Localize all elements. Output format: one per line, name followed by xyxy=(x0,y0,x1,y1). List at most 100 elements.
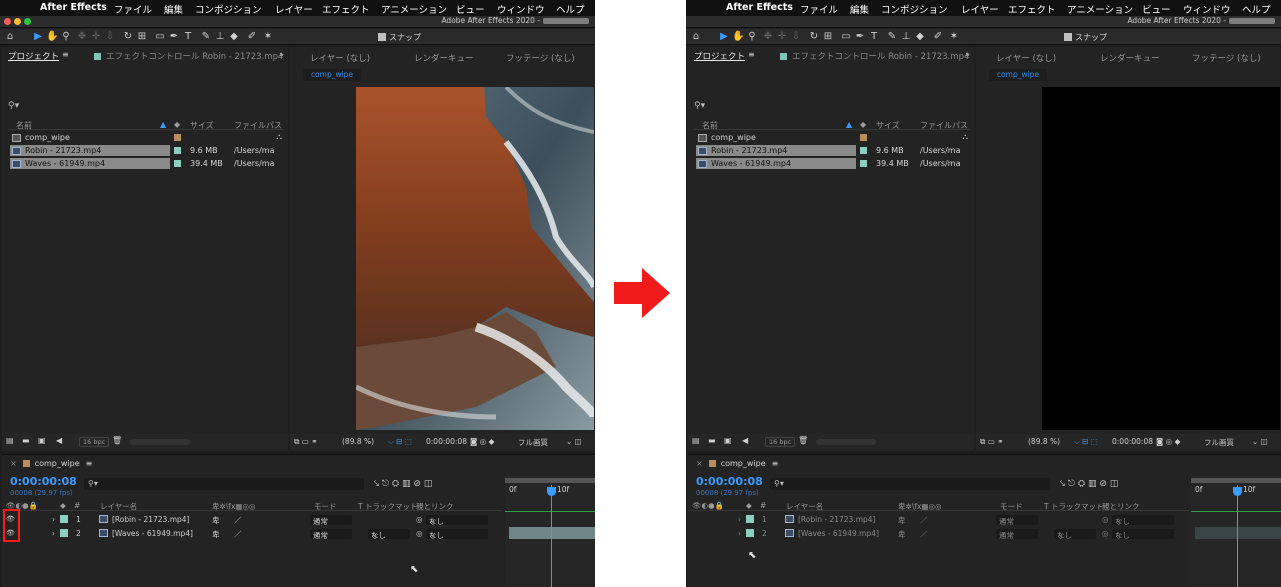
clone-stamp-tool-icon[interactable]: ⊥ xyxy=(214,30,226,43)
rotate-tool-icon[interactable]: ↻ xyxy=(122,30,134,43)
puppet-tool-icon[interactable]: ✶ xyxy=(262,30,274,43)
snap-toggle[interactable]: スナップ xyxy=(378,32,421,43)
menu-edit[interactable]: 編集 xyxy=(850,2,869,16)
menu-help[interactable]: ヘルプ xyxy=(556,2,585,16)
label-swatch[interactable] xyxy=(746,515,754,523)
layer-duration-bar[interactable] xyxy=(1195,527,1281,539)
current-time-indicator[interactable] xyxy=(551,485,552,587)
shy-switch-icon[interactable]: 卑 xyxy=(898,515,906,526)
selection-tool-icon[interactable]: ▶ xyxy=(718,30,730,43)
quality-switch-icon[interactable]: ／ xyxy=(234,515,242,526)
snapshot-icon[interactable]: ◙ ◎ ◆ xyxy=(1156,437,1180,446)
menu-file[interactable]: ファイル xyxy=(800,2,838,16)
column-path[interactable]: ファイルパス xyxy=(234,120,282,131)
menu-composition[interactable]: コンポジション xyxy=(195,2,262,16)
timeline-search-input[interactable]: ⚲▾ xyxy=(770,478,1050,490)
timeline-graph-area[interactable]: 0f 10f xyxy=(1191,475,1281,587)
blend-mode-dropdown[interactable]: 通常 ⌄ xyxy=(996,515,1038,526)
dolly-tool-icon[interactable]: ⇩ xyxy=(790,30,802,43)
interpret-footage-icon[interactable]: ▤ xyxy=(692,436,700,445)
label-swatch[interactable] xyxy=(860,147,867,154)
layer-name[interactable]: [Robin - 21723.mp4] xyxy=(112,515,189,524)
menu-layer[interactable]: レイヤー xyxy=(275,2,313,16)
clone-stamp-tool-icon[interactable]: ⊥ xyxy=(900,30,912,43)
project-item-waves[interactable]: Waves - 61949.mp4 39.4 MB /Users/ma xyxy=(694,158,970,170)
quality-switch-icon[interactable]: ／ xyxy=(920,515,928,526)
blend-mode-dropdown[interactable]: 通常 ⌄ xyxy=(310,529,352,540)
tab-footage[interactable]: フッテージ (なし) xyxy=(1192,52,1261,64)
tab-effect-controls[interactable]: エフェクトコントロール Robin - 21723.mp4 xyxy=(780,50,969,62)
sort-ascending-icon[interactable]: ▲ xyxy=(160,120,166,129)
current-time-display[interactable]: 0:00:00:08 xyxy=(696,475,763,488)
orbit-tool-icon[interactable]: ✥ xyxy=(762,30,774,43)
label-swatch[interactable] xyxy=(746,529,754,537)
zoom-tool-icon[interactable]: ⚲ xyxy=(746,30,758,43)
parent-dropdown[interactable]: なし ⌄ xyxy=(1112,529,1174,540)
pen-tool-icon[interactable]: ✒ xyxy=(854,30,866,43)
viewer-options-icon[interactable]: ⌄ ◫ xyxy=(566,437,582,446)
layer-row[interactable]: 👁 › 2 [Waves - 61949.mp4] 卑 ／ 通常 ⌄ なし ⌄ … xyxy=(688,527,1188,540)
brush-tool-icon[interactable]: ✎ xyxy=(200,30,212,43)
roto-brush-tool-icon[interactable]: ✐ xyxy=(246,30,258,43)
puppet-tool-icon[interactable]: ✶ xyxy=(948,30,960,43)
tab-timeline-comp[interactable]: × comp_wipe ≡ xyxy=(696,459,778,468)
shy-switch-icon[interactable]: 卑 xyxy=(212,515,220,526)
track-matte-dropdown[interactable]: なし ⌄ xyxy=(1054,529,1096,540)
pickwhip-icon[interactable]: ◎ xyxy=(1102,529,1109,538)
timeline-switches-icons[interactable]: ⤥ ⎋ ⛭ ▥ ⊘ ◫ xyxy=(1060,479,1118,489)
rotate-tool-icon[interactable]: ↻ xyxy=(808,30,820,43)
video-visibility-toggle[interactable]: 👁 xyxy=(692,529,701,537)
snap-toggle[interactable]: スナップ xyxy=(1064,32,1107,43)
new-folder-icon[interactable]: ▬ xyxy=(708,436,716,445)
work-area-bar[interactable] xyxy=(1191,478,1281,483)
tab-project[interactable]: プロジェクト xyxy=(8,50,59,62)
pickwhip-icon[interactable]: ◎ xyxy=(416,529,423,538)
blend-mode-dropdown[interactable]: 通常 ⌄ xyxy=(996,529,1038,540)
shy-switch-icon[interactable]: 卑 xyxy=(212,529,220,540)
panel-overflow-icon[interactable]: » xyxy=(279,50,284,59)
grid-icon[interactable]: ⌵ ⊟ ⬚ xyxy=(1074,437,1098,447)
pan-tool-icon[interactable]: ✛ xyxy=(776,30,788,43)
brush-tool-icon[interactable]: ✎ xyxy=(886,30,898,43)
zoom-window-button[interactable] xyxy=(24,18,31,25)
track-matte-dropdown[interactable]: なし ⌄ xyxy=(368,529,410,540)
layer-row[interactable]: 👁 › 1 [Robin - 21723.mp4] 卑 ／ 通常 ⌄ ◎ なし … xyxy=(688,513,1188,526)
tab-render-queue[interactable]: レンダーキュー xyxy=(1100,52,1160,64)
home-icon[interactable]: ⌂ xyxy=(4,30,16,43)
tab-effect-controls[interactable]: エフェクトコントロール Robin - 21723.mp4 xyxy=(94,50,283,62)
current-time-indicator[interactable] xyxy=(1237,485,1238,587)
new-composition-icon[interactable]: ▣ xyxy=(38,436,46,445)
tab-layer[interactable]: レイヤー (なし) xyxy=(310,52,370,64)
av-features-icons[interactable]: 👁◐●🔒 xyxy=(692,501,724,510)
flowchart-icon[interactable]: ⛬ xyxy=(276,132,282,142)
app-menu[interactable]: After Effects xyxy=(726,2,793,13)
column-size[interactable]: サイズ xyxy=(876,120,900,131)
rectangle-tool-icon[interactable]: ▭ xyxy=(840,30,852,43)
menu-composition[interactable]: コンポジション xyxy=(881,2,948,16)
rectangle-tool-icon[interactable]: ▭ xyxy=(154,30,166,43)
project-search-input[interactable]: ⚲▾ xyxy=(8,101,19,111)
layer-name[interactable]: [Waves - 61949.mp4] xyxy=(112,529,193,538)
zoom-dropdown[interactable]: (89.8 %) xyxy=(342,437,374,446)
project-item-comp[interactable]: comp_wipe ⛬ xyxy=(694,132,970,144)
blend-mode-dropdown[interactable]: 通常 ⌄ xyxy=(310,515,352,526)
timeline-graph-area[interactable]: 0f 10f xyxy=(505,475,595,587)
pickwhip-icon[interactable]: ◎ xyxy=(1102,515,1109,524)
selection-tool-icon[interactable]: ▶ xyxy=(32,30,44,43)
anchor-tool-icon[interactable]: ⊞ xyxy=(822,30,834,43)
orbit-tool-icon[interactable]: ✥ xyxy=(76,30,88,43)
layer-duration-bar[interactable] xyxy=(509,527,595,539)
menu-view[interactable]: ビュー xyxy=(456,2,485,16)
layer-row[interactable]: 👁 › 2 [Waves - 61949.mp4] 卑 ／ 通常 ⌄ なし ⌄ … xyxy=(2,527,502,540)
label-swatch[interactable] xyxy=(860,160,867,167)
adjust-icon[interactable]: ◀ xyxy=(742,436,748,445)
timeline-switches-icons[interactable]: ⤥ ⎋ ⛭ ▥ ⊘ ◫ xyxy=(374,479,432,489)
project-item-comp[interactable]: comp_wipe ⛬ xyxy=(8,132,284,144)
layer-name[interactable]: [Robin - 21723.mp4] xyxy=(798,515,875,524)
menu-file[interactable]: ファイル xyxy=(114,2,152,16)
project-search-input[interactable]: ⚲▾ xyxy=(694,101,705,111)
pan-tool-icon[interactable]: ✛ xyxy=(90,30,102,43)
thumbnail-slider[interactable] xyxy=(130,439,190,445)
playhead-handle[interactable] xyxy=(547,487,556,496)
label-column-icon[interactable]: ◆ xyxy=(174,120,180,129)
